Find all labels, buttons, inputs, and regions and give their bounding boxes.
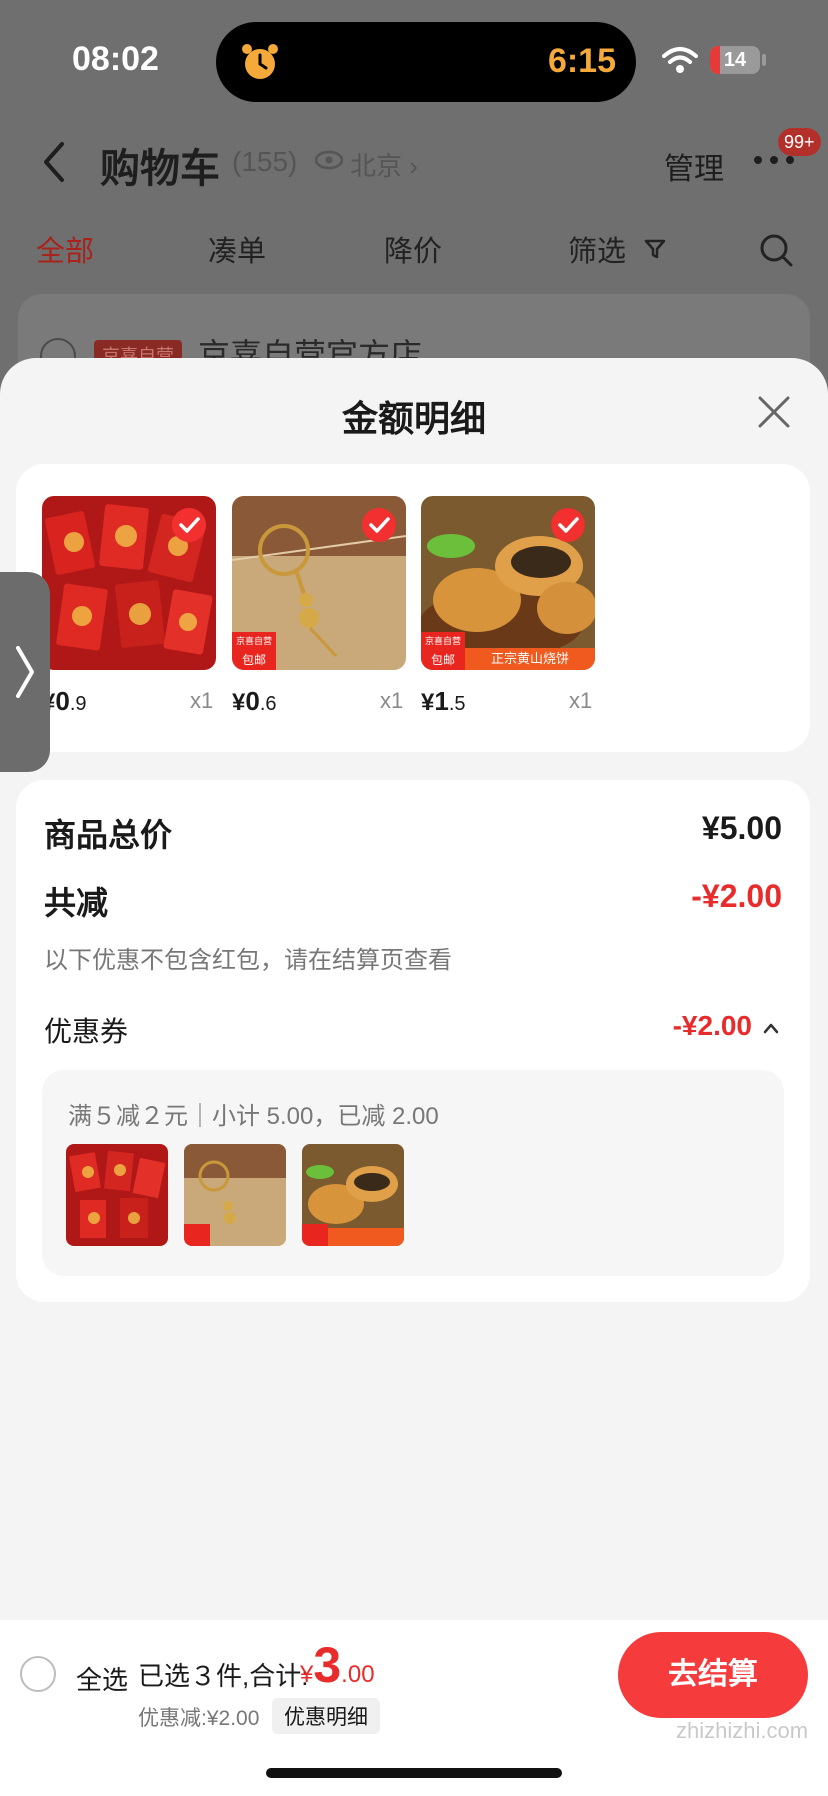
product-tag-free-shipping: 包邮	[232, 650, 276, 670]
product-tag-self-operated: 京喜自营	[421, 632, 465, 650]
discount-detail-button[interactable]: 优惠明细	[272, 1698, 380, 1734]
total-price-label: 商品总价	[44, 817, 173, 853]
close-icon[interactable]	[756, 394, 792, 430]
product-tag-self-operated: 京喜自营	[232, 632, 276, 650]
nav-bar: 购物车 (155) 北京 › 管理 99+	[0, 120, 828, 204]
product-image-keychain: 京喜自营 包邮	[232, 496, 406, 670]
discount-summary: 优惠减:¥2.00	[138, 1707, 260, 1730]
coupon-item-thumb	[302, 1144, 404, 1246]
side-expand-handle[interactable]	[0, 572, 50, 772]
alarm-clock-icon	[242, 44, 278, 79]
tab-bundle[interactable]: 凑单	[208, 228, 266, 270]
tab-bar: 全部 凑单 降价 筛选	[0, 220, 828, 280]
location-selector[interactable]: 北京 ›	[350, 146, 418, 183]
coupon-item-thumb	[184, 1144, 286, 1246]
item-price: ¥0.6	[232, 686, 277, 716]
home-indicator[interactable]	[266, 1768, 562, 1778]
coupon-label: 优惠券	[44, 1016, 129, 1047]
checkout-bar: 全选 已选３件,合计: ¥3.00 优惠减:¥2.00 优惠明细 去结算 zhi…	[0, 1620, 828, 1796]
item-quantity: x1	[380, 688, 404, 713]
tab-price-drop[interactable]: 降价	[384, 228, 442, 270]
checkmark-icon	[551, 508, 585, 542]
search-icon[interactable]	[758, 232, 794, 268]
items-card: ¥0.9 x1 京喜自营 包邮	[16, 464, 810, 752]
cart-count: (155)	[232, 146, 298, 177]
location-label: 北京	[350, 151, 403, 181]
amount-detail-sheet: 金额明细 0.9 x1 京喜自营 包邮 ¥0.6 x1 京喜自营 包邮 正宗黄山…	[0, 358, 828, 1796]
coupon-description: 满５减２元｜小计 5.00，已减 2.00	[68, 1103, 439, 1130]
wifi-icon	[662, 47, 698, 73]
alarm-time: 6:15	[547, 42, 616, 80]
filter-icon[interactable]	[644, 238, 666, 260]
checkmark-icon	[362, 508, 396, 542]
product-image-red-envelopes	[42, 496, 216, 670]
eye-icon	[314, 150, 344, 170]
coupon-value[interactable]: -¥2.00	[673, 1010, 752, 1042]
battery-tip	[762, 54, 766, 66]
watermark: zhizhizhi.com	[676, 1718, 809, 1743]
product-image-shaobing: 京喜自营 包邮 正宗黄山烧饼	[421, 496, 595, 670]
checkout-button[interactable]: 去结算	[618, 1632, 808, 1718]
item-quantity: x1	[569, 688, 593, 713]
message-badge: 99+	[778, 128, 821, 156]
discount-note: 以下优惠不包含红包，请在结算页查看	[44, 947, 452, 974]
chevron-up-icon[interactable]	[762, 1022, 780, 1034]
dynamic-island[interactable]: 6:15	[216, 22, 636, 102]
page-title: 购物车	[100, 147, 220, 191]
coupon-item-thumb	[66, 1144, 168, 1246]
product-tag-name: 正宗黄山烧饼	[465, 648, 595, 670]
discount-label: 共减	[44, 885, 109, 921]
battery-level: 14	[723, 49, 747, 71]
status-bar: 08:02 6:15 14	[0, 0, 828, 120]
select-all-label[interactable]: 全选	[76, 1660, 128, 1697]
discount-value: -¥2.00	[691, 878, 782, 914]
summary-card: 商品总价 ¥5.00 共减 -¥2.00 以下优惠不包含红包，请在结算页查看 优…	[16, 780, 810, 1302]
item-quantity: x1	[190, 688, 214, 713]
product-tag-free-shipping: 包邮	[421, 650, 465, 670]
selected-summary: 已选３件,合计:	[138, 1661, 309, 1691]
checkmark-icon	[172, 508, 206, 542]
tab-all[interactable]: 全部	[36, 228, 94, 270]
total-amount: ¥3.00	[300, 1637, 375, 1693]
status-time: 08:02	[72, 40, 159, 78]
sheet-title: 金额明细	[341, 398, 486, 439]
chevron-right-icon	[16, 646, 34, 698]
back-arrow-icon[interactable]	[40, 140, 68, 184]
coupon-detail-box: 满５减２元｜小计 5.00，已减 2.00	[42, 1070, 784, 1276]
tab-filter[interactable]: 筛选	[568, 228, 626, 270]
item-price: ¥1.5	[421, 686, 466, 716]
manage-button[interactable]: 管理	[664, 144, 724, 188]
total-price-value: ¥5.00	[701, 810, 782, 846]
battery-indicator: 14	[710, 46, 760, 74]
select-all-radio[interactable]	[20, 1656, 56, 1692]
